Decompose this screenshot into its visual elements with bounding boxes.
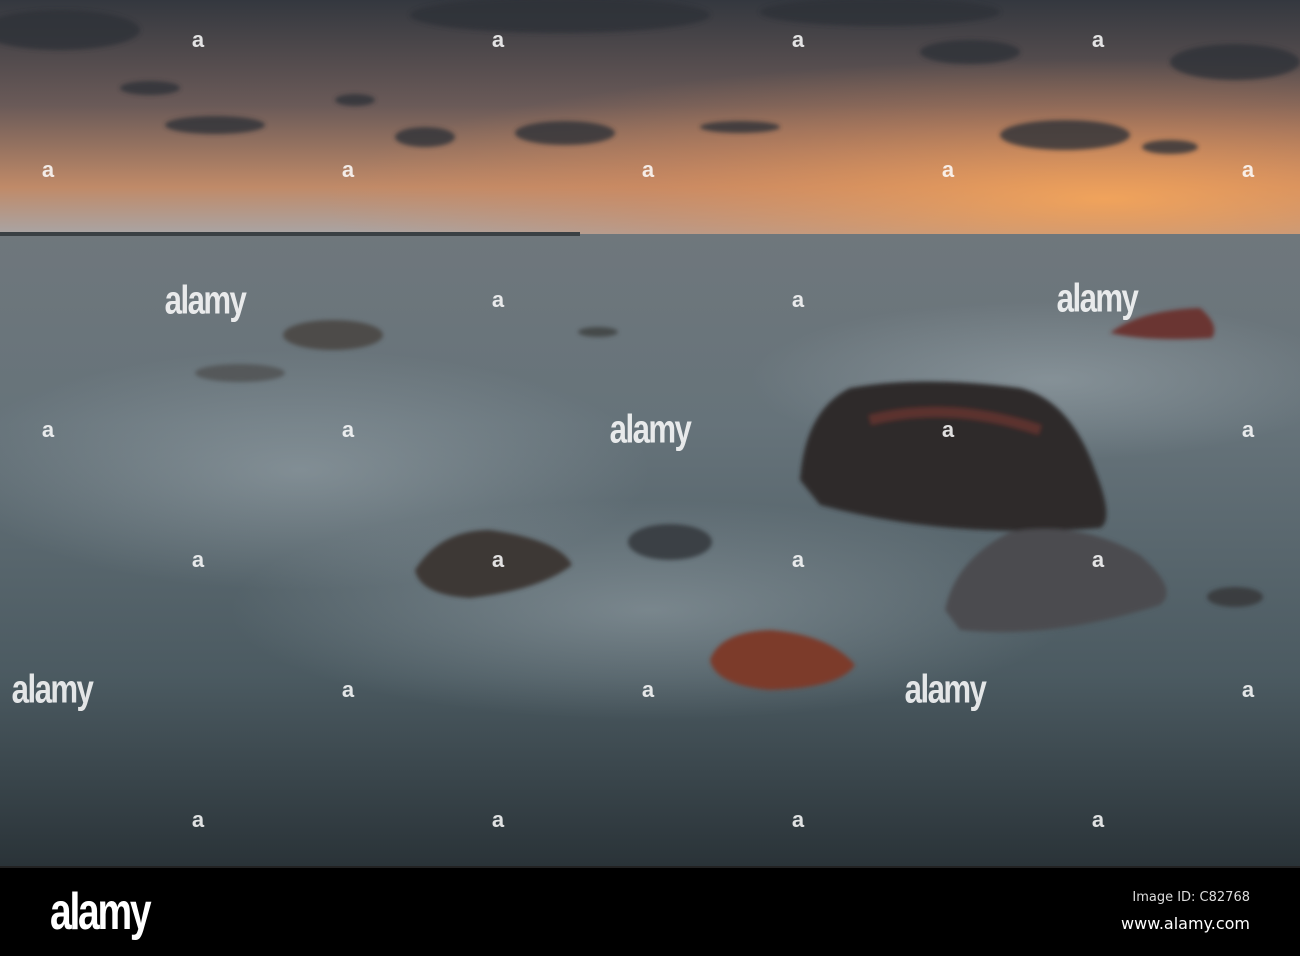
watermark-glyph: a <box>1091 27 1105 52</box>
watermark-glyph: a <box>641 157 655 182</box>
watermark-glyph: a <box>41 157 55 182</box>
watermark-glyph: a <box>191 27 205 52</box>
small-rock-right <box>1207 587 1263 607</box>
watermark-glyph: a <box>941 417 955 442</box>
watermark-glyph: a <box>41 417 55 442</box>
watermark-logo: alamy <box>164 278 247 323</box>
watermark-logo: alamy <box>1056 276 1139 321</box>
watermark-glyph: a <box>641 677 655 702</box>
far-rock-2 <box>195 364 285 382</box>
watermark-glyph: a <box>491 547 505 572</box>
watermark-glyph: a <box>1241 157 1255 182</box>
watermark-glyph: a <box>791 27 805 52</box>
watermark-logo: alamy <box>904 667 987 712</box>
watermark-glyph: a <box>1241 677 1255 702</box>
watermark-logo: alamy <box>609 407 692 452</box>
site-url: www.alamy.com <box>1121 914 1250 933</box>
watermark-glyph: a <box>341 677 355 702</box>
watermark-glyph: a <box>941 157 955 182</box>
watermark-glyph: a <box>1091 807 1105 832</box>
watermark-logo: alamy <box>11 667 94 712</box>
watermark-glyph: a <box>791 807 805 832</box>
watermark-glyph: a <box>1091 547 1105 572</box>
watermark-glyph: a <box>1241 417 1255 442</box>
alamy-logo: alamy <box>50 883 152 941</box>
watermark-glyph: a <box>791 547 805 572</box>
watermark-glyph: a <box>791 287 805 312</box>
watermark-glyph: a <box>491 287 505 312</box>
far-rock <box>283 320 383 350</box>
small-rock <box>628 524 712 560</box>
image-id: Image ID: C82768 <box>1132 890 1250 905</box>
watermark-glyph: a <box>491 27 505 52</box>
distant-shoreline <box>0 232 580 236</box>
watermark-glyph: a <box>341 417 355 442</box>
watermark-glyph: a <box>191 807 205 832</box>
watermark-glyph: a <box>341 157 355 182</box>
watermark-glyph: a <box>491 807 505 832</box>
stock-photo-page: alamy alamy alamy alamy alamy a a a a a a a a a a… <box>0 0 1300 956</box>
watermark-glyph: a <box>191 547 205 572</box>
footer-bar: alamy Image ID: C82768 www.alamy.com <box>0 866 1300 956</box>
